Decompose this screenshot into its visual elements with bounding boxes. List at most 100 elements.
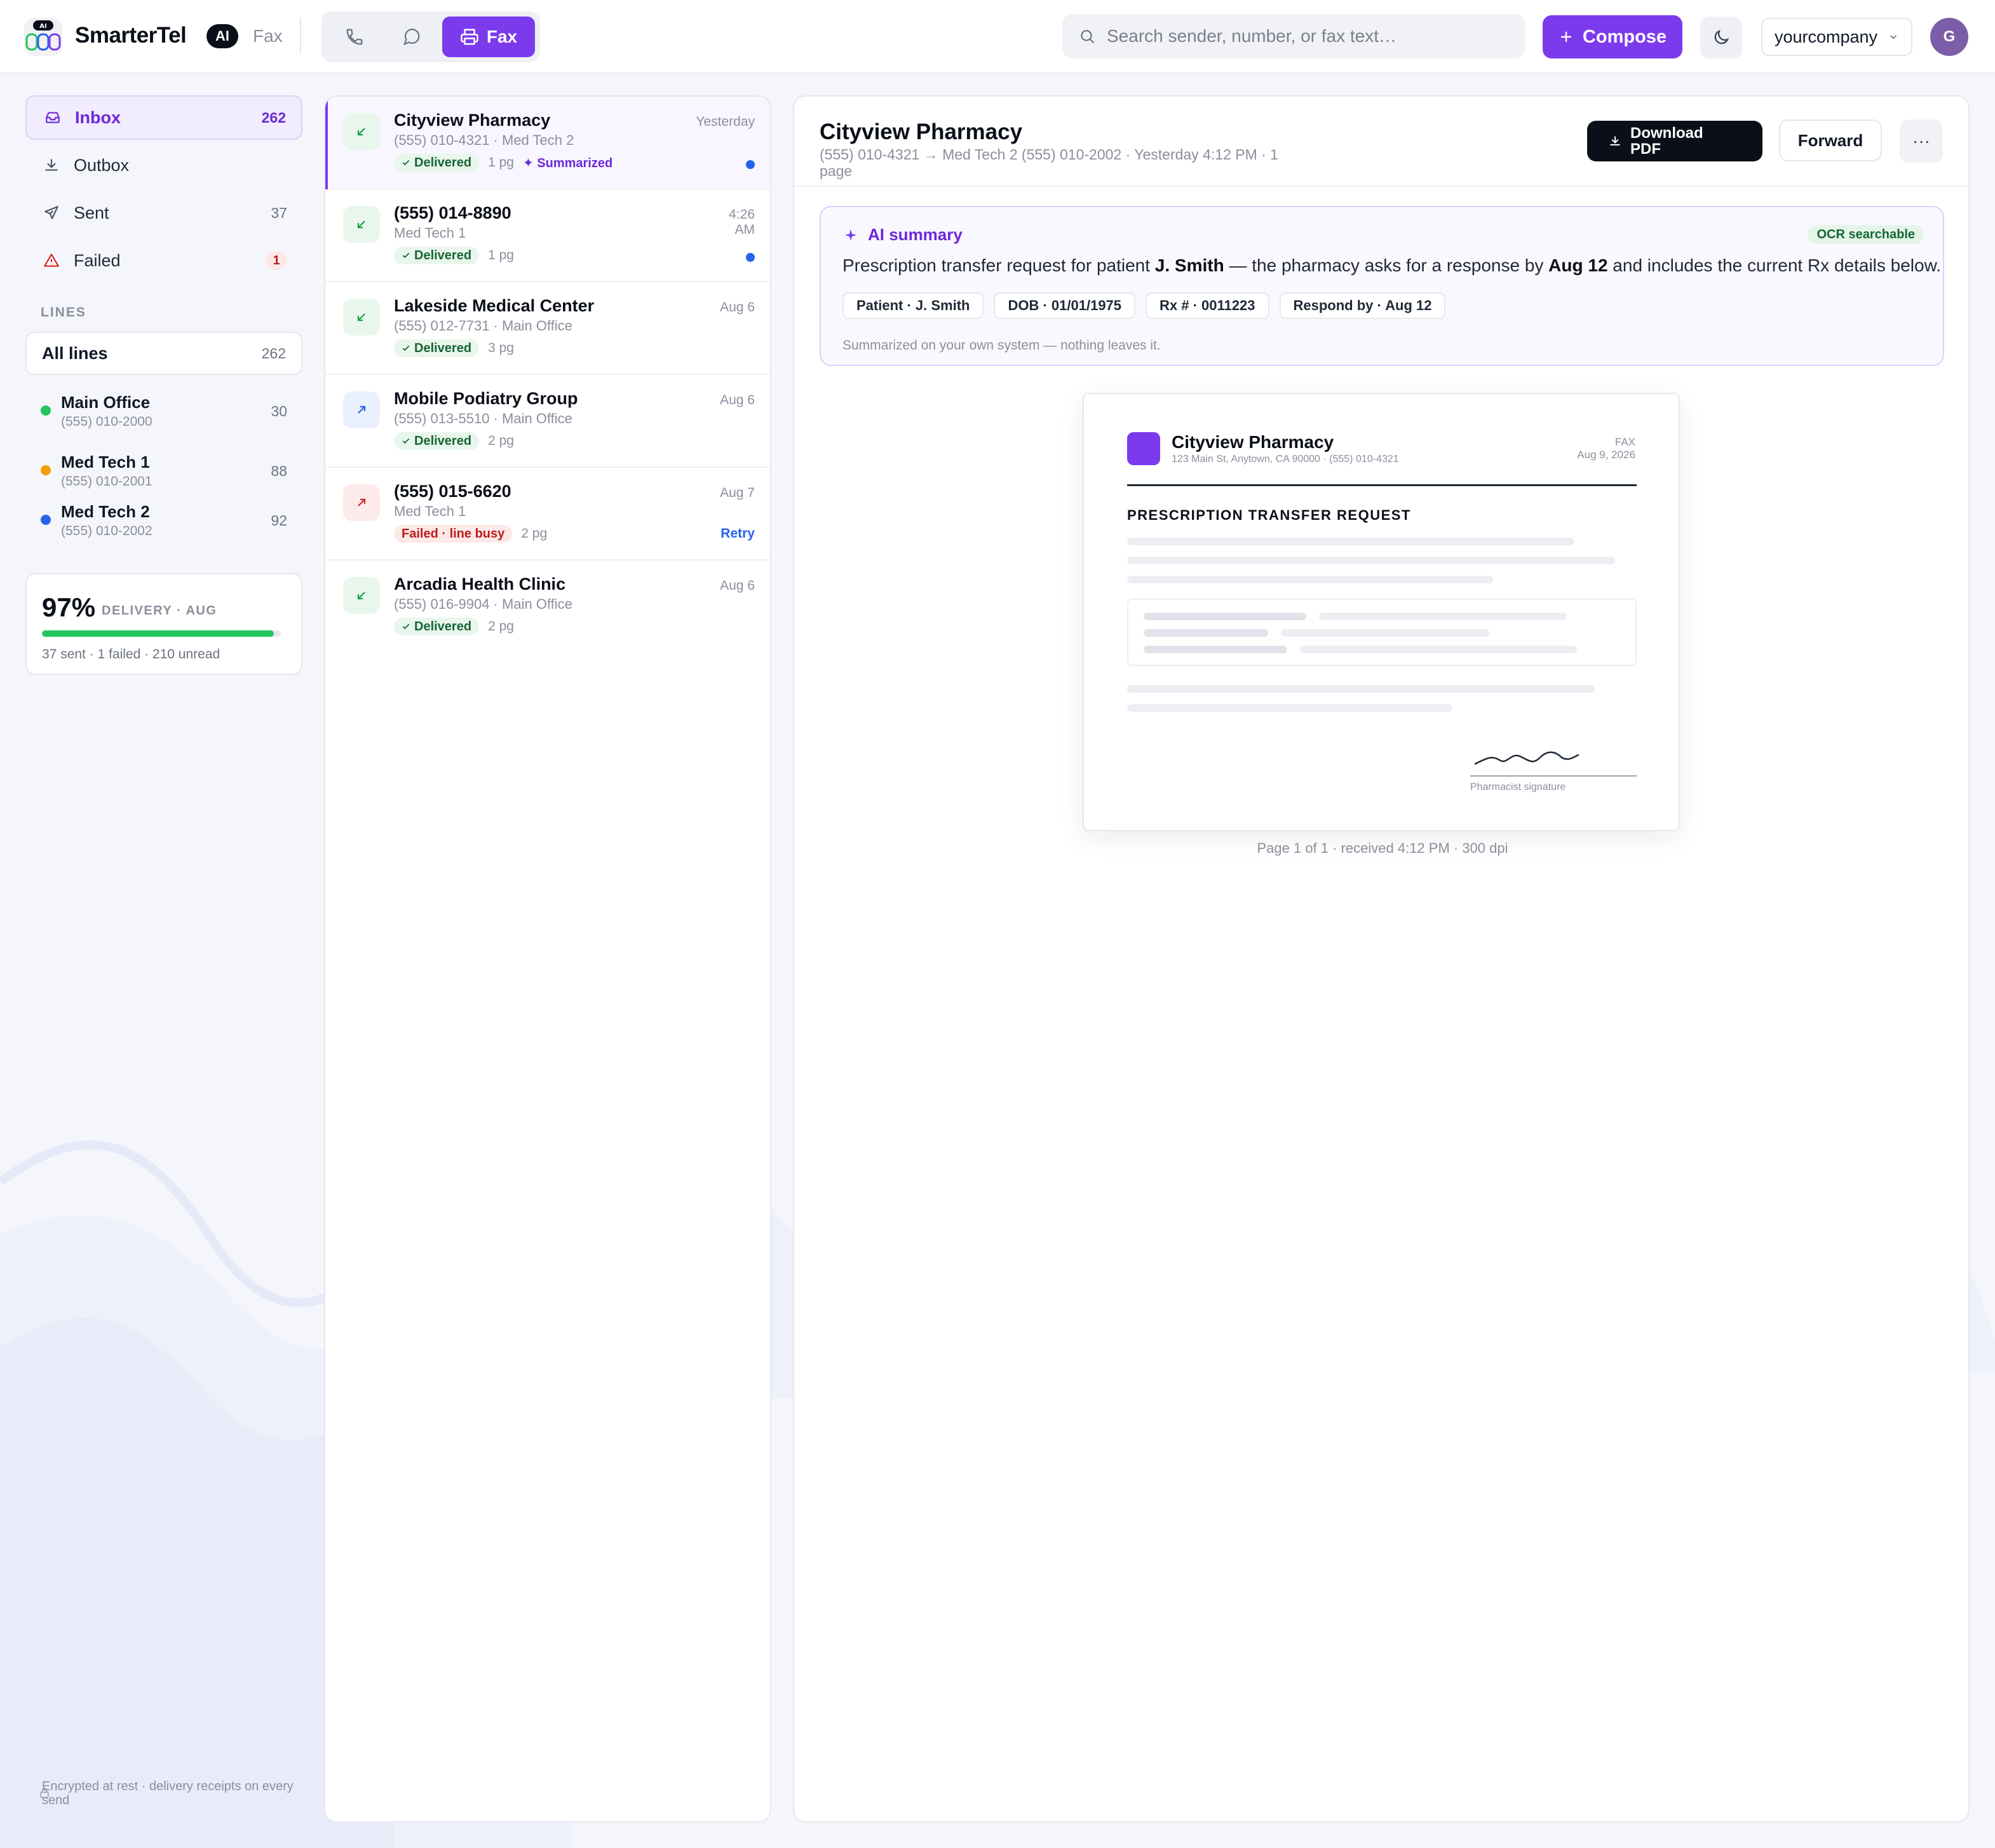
line-name: Med Tech 1 xyxy=(61,452,150,472)
mode-phone-button[interactable] xyxy=(334,17,375,57)
line-item-med-tech-2[interactable]: Med Tech 2 (555) 010-2002 92 xyxy=(25,494,302,545)
mode-fax-label: Fax xyxy=(486,27,518,46)
delivery-progress-fill xyxy=(42,630,274,637)
fax-pages: 1 pg xyxy=(488,155,514,170)
fax-list-item[interactable]: Cityview Pharmacy (555) 010-4321 · Med T… xyxy=(325,97,770,189)
fax-time: Yesterday xyxy=(696,114,755,129)
all-lines-count: 262 xyxy=(261,344,286,362)
line-number: (555) 010-2002 xyxy=(61,524,152,538)
search-icon xyxy=(1081,30,1094,43)
fax-sender: Lakeside Medical Center xyxy=(394,296,595,315)
sidebar-item-label: Failed xyxy=(74,250,121,270)
text-placeholder xyxy=(1319,613,1567,620)
status-text: Failed · line busy xyxy=(402,526,505,541)
summary-chip-respond-by[interactable]: Respond by · Aug 12 xyxy=(1279,292,1446,319)
summary-chip-patient[interactable]: Patient · J. Smith xyxy=(842,292,984,319)
fax-list-item[interactable]: Arcadia Health Clinic (555) 016-9904 · M… xyxy=(325,561,770,653)
company-selector[interactable]: yourcompany xyxy=(1761,18,1912,56)
status-badge: Delivered xyxy=(394,432,480,450)
sidebar-item-count: 37 xyxy=(271,204,287,221)
fax-sender-details: (555) 012-7731 · Main Office xyxy=(394,318,572,334)
text-placeholder xyxy=(1300,646,1577,653)
document-fax-header: FAX Aug 9, 2026 xyxy=(1577,436,1635,461)
document-title: PRESCRIPTION TRANSFER REQUEST xyxy=(1127,507,1411,523)
fax-list-item[interactable]: Lakeside Medical Center (555) 012-7731 ·… xyxy=(325,282,770,375)
summary-chip-dob[interactable]: DOB · 01/01/1975 xyxy=(994,292,1136,319)
summary-chip-rx[interactable]: Rx # · 0011223 xyxy=(1146,292,1269,319)
mode-messages-button[interactable] xyxy=(391,17,432,57)
incoming-direction xyxy=(343,577,380,614)
mode-switcher: Fax xyxy=(321,11,540,62)
ai-summary-box: AI summary OCR searchable Prescription t… xyxy=(820,206,1944,366)
inbox-icon xyxy=(46,112,60,123)
fax-meta: Delivered 1 pg xyxy=(394,247,514,264)
fax-list-item[interactable]: (555) 014-8890 Med Tech 1 4:26 AM Delive… xyxy=(325,189,770,282)
detail-title: Cityview Pharmacy xyxy=(820,119,1023,144)
app-logo[interactable]: AI xyxy=(24,18,62,56)
sidebar-item-outbox[interactable]: Outbox xyxy=(25,143,302,187)
section-label: Fax xyxy=(253,26,283,46)
arrow-down-left-icon xyxy=(357,128,365,136)
sidebar-item-inbox[interactable]: Inbox 262 xyxy=(25,95,302,140)
mode-fax-button[interactable]: Fax xyxy=(442,17,535,57)
plus-icon xyxy=(1560,31,1572,43)
document-sender-address: 123 Main St, Anytown, CA 90000 · (555) 0… xyxy=(1172,454,1399,465)
incoming-direction xyxy=(343,299,380,336)
summary-patient: J. Smith xyxy=(1154,255,1224,275)
text-placeholder xyxy=(1144,613,1306,620)
failed-count-badge: 1 xyxy=(266,251,287,270)
status-text: Delivered xyxy=(414,433,472,448)
fax-list-item[interactable]: (555) 015-6620 Med Tech 1 Aug 7 Failed ·… xyxy=(325,468,770,561)
line-number: (555) 010-2000 xyxy=(61,414,152,429)
incoming-direction xyxy=(343,113,380,150)
fax-sender-details: (555) 016-9904 · Main Office xyxy=(394,596,572,612)
search-bar xyxy=(1062,14,1525,58)
pharmacy-logo xyxy=(1127,432,1160,465)
lines-header: LINES xyxy=(41,305,86,320)
line-count: 30 xyxy=(271,403,287,419)
download-pdf-button[interactable]: Download PDF xyxy=(1587,121,1762,161)
fax-meta: Failed · line busy 2 pg xyxy=(394,525,547,543)
fax-pages: 1 pg xyxy=(488,248,514,262)
fax-sender: Arcadia Health Clinic xyxy=(394,574,566,594)
status-badge: Delivered xyxy=(394,618,480,635)
fax-sender-details: (555) 013-5510 · Main Office xyxy=(394,411,572,426)
fax-time: 4:26 AM xyxy=(729,207,755,237)
sidebar-item-label: Inbox xyxy=(75,107,121,127)
text-placeholder xyxy=(1144,629,1268,637)
document-sender-name: Cityview Pharmacy xyxy=(1172,432,1334,452)
arrow-down-left-icon xyxy=(357,221,365,229)
document-rule xyxy=(1127,484,1637,486)
search-input[interactable] xyxy=(1107,26,1501,46)
compose-button[interactable]: Compose xyxy=(1543,15,1682,58)
sidebar-item-failed[interactable]: Failed 1 xyxy=(25,238,302,283)
fax-list-item[interactable]: Mobile Podiatry Group (555) 013-5510 · M… xyxy=(325,375,770,468)
summary-text-part: — the pharmacy asks for a response by xyxy=(1224,255,1549,275)
forward-button[interactable]: Forward xyxy=(1779,119,1882,161)
top-bar: AI SmarterTel AI Fax Fax Compose yourcom… xyxy=(0,0,1995,74)
user-avatar[interactable]: G xyxy=(1930,18,1968,56)
text-placeholder xyxy=(1127,704,1452,712)
fax-time: Aug 6 xyxy=(720,393,755,407)
theme-toggle-button[interactable] xyxy=(1700,17,1742,58)
printer-icon xyxy=(461,29,478,45)
status-text: Delivered xyxy=(414,341,472,355)
fax-time: Aug 6 xyxy=(720,300,755,315)
retry-button[interactable]: Retry xyxy=(720,526,755,541)
text-placeholder xyxy=(1281,629,1489,637)
line-item-med-tech-1[interactable]: Med Tech 1 (555) 010-2001 88 xyxy=(25,445,302,496)
ai-badge: AI xyxy=(206,24,238,48)
sidebar-item-sent[interactable]: Sent 37 xyxy=(25,191,302,235)
fax-pages: 2 pg xyxy=(488,433,514,448)
line-item-main-office[interactable]: Main Office (555) 010-2000 30 xyxy=(25,385,302,436)
status-badge: Delivered xyxy=(394,339,480,357)
fax-meta: Delivered 3 pg xyxy=(394,339,514,357)
page-info: Page 1 of 1 · received 4:12 PM · 300 dpi xyxy=(1257,840,1508,856)
summarized-text: Summarized xyxy=(537,156,613,170)
fax-meta: Delivered 1 pg ✦ Summarized xyxy=(394,154,612,172)
fax-sender-details: Med Tech 1 xyxy=(394,225,466,241)
chevron-down-icon xyxy=(1890,35,1897,39)
more-options-button[interactable]: ··· xyxy=(1900,119,1943,163)
sidebar-item-all-lines[interactable]: All lines 262 xyxy=(25,332,302,375)
fax-document-preview[interactable]: Cityview Pharmacy 123 Main St, Anytown, … xyxy=(1083,393,1680,831)
